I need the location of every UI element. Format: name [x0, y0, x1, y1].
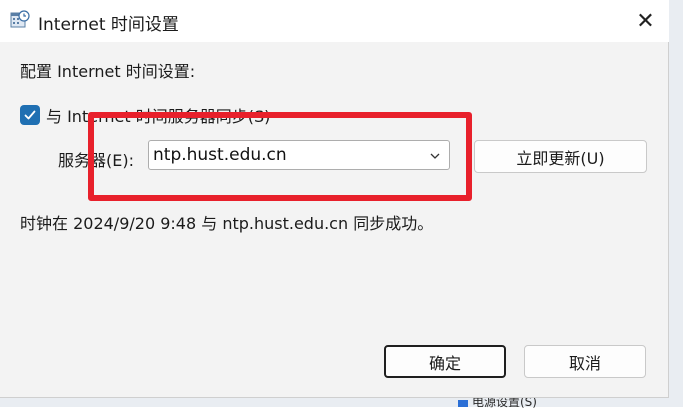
checkmark-icon — [24, 110, 36, 120]
sync-status-text: 时钟在 2024/9/20 9:48 与 ntp.hust.edu.cn 同步成… — [20, 214, 434, 233]
internet-time-dialog: Internet 时间设置 ✕ 配置 Internet 时间设置: 与 Inte… — [0, 0, 669, 398]
config-heading: 配置 Internet 时间设置: — [20, 62, 196, 81]
title-bar: Internet 时间设置 ✕ — [0, 0, 669, 42]
calendar-clock-icon — [10, 10, 30, 28]
sync-checkbox-label[interactable]: 与 Internet 时间服务器同步(S) — [46, 103, 270, 127]
server-value: ntp.hust.edu.cn — [153, 145, 287, 165]
server-combobox[interactable]: ntp.hust.edu.cn — [148, 140, 450, 170]
update-now-button[interactable]: 立即更新(U) — [474, 140, 647, 173]
sync-checkbox[interactable] — [20, 105, 40, 125]
window-title: Internet 时间设置 — [38, 15, 179, 35]
server-label: 服务器(E): — [58, 151, 134, 170]
background-window-edge — [669, 0, 683, 407]
cancel-button[interactable]: 取消 — [524, 345, 646, 378]
close-button[interactable]: ✕ — [622, 0, 669, 42]
close-icon: ✕ — [636, 8, 655, 34]
background-shield-icon — [458, 400, 468, 407]
sync-checkbox-row[interactable]: 与 Internet 时间服务器同步(S) — [20, 103, 270, 127]
background-window-bottom — [0, 398, 683, 407]
ok-button[interactable]: 确定 — [384, 345, 506, 378]
chevron-down-icon[interactable] — [429, 150, 441, 162]
